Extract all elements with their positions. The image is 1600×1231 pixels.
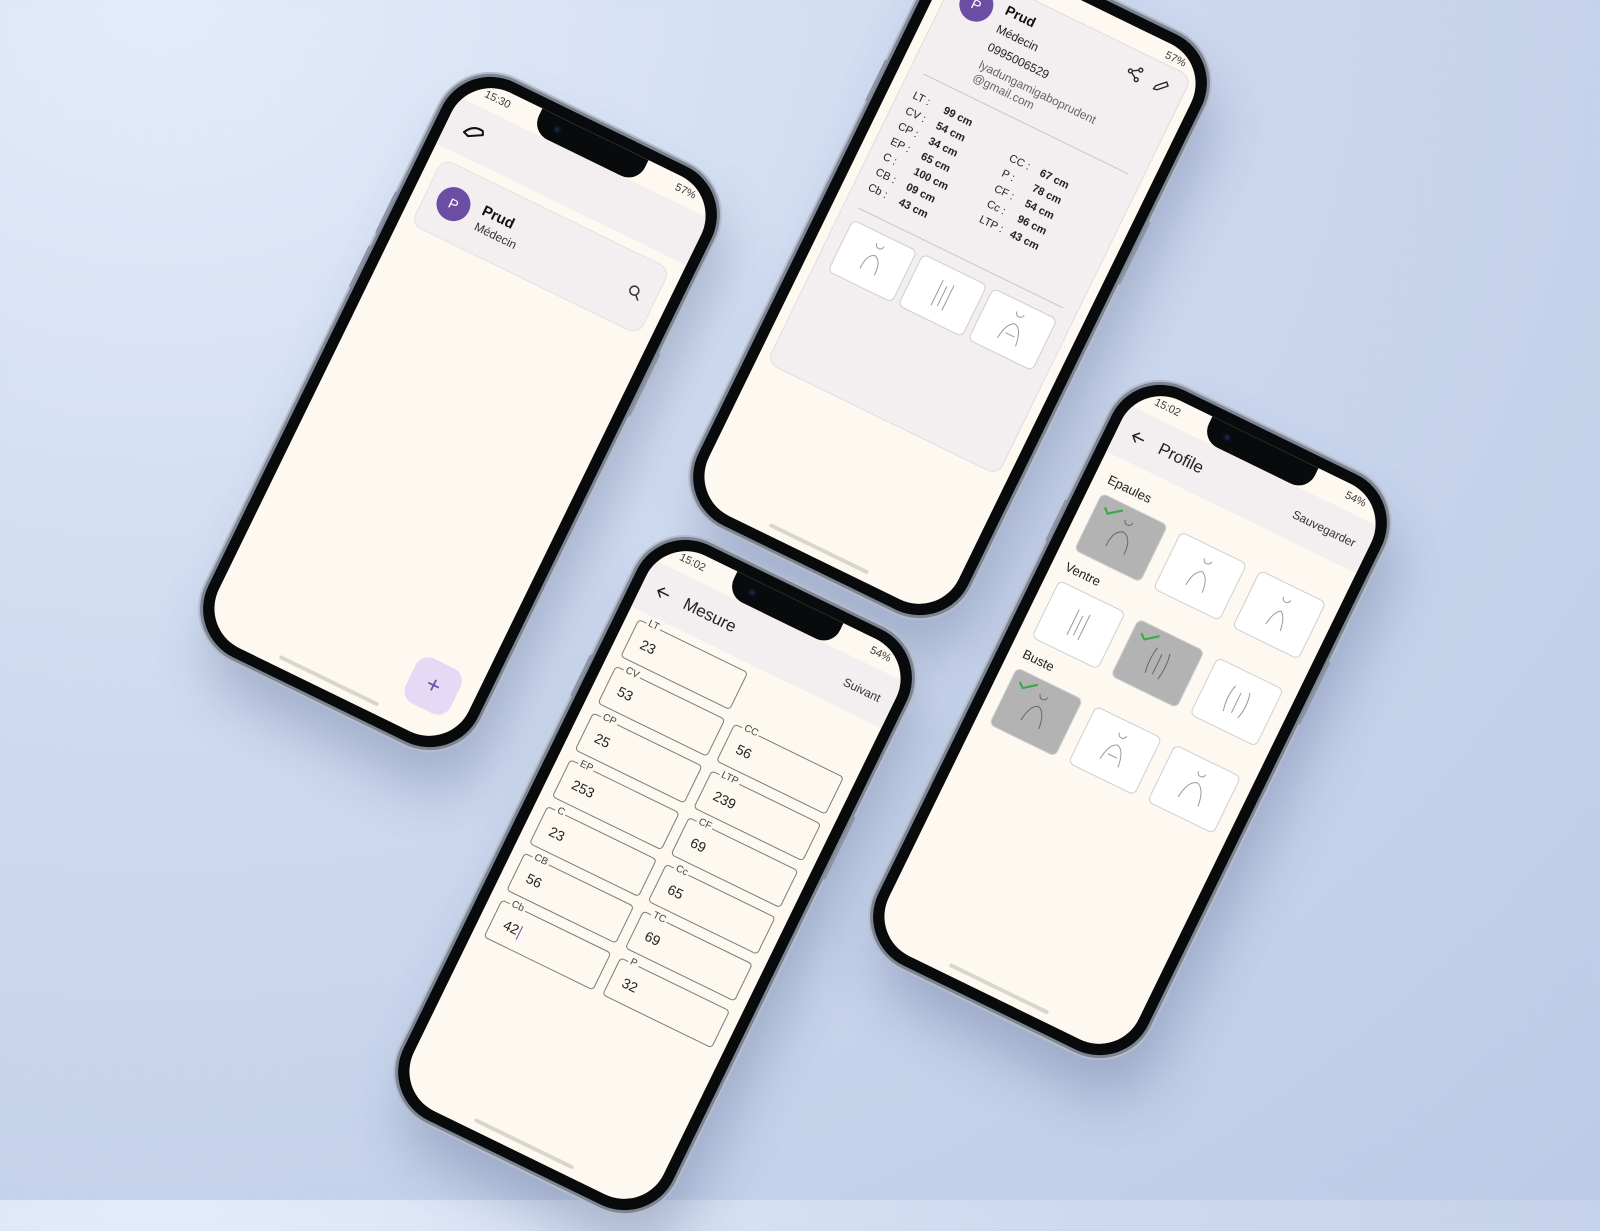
torso-sketch-icon (1144, 647, 1171, 680)
torso-sketch-icon (1020, 691, 1049, 730)
bust-thumbnail (967, 287, 1058, 372)
avatar: P (953, 0, 1000, 28)
next-button[interactable]: Suivant (841, 675, 883, 705)
torso-sketch-icon (1099, 729, 1128, 768)
home-indicator (948, 962, 1050, 1015)
back-arrow-icon[interactable] (1126, 426, 1150, 450)
torso-sketch-icon (1105, 516, 1134, 555)
home-indicator (473, 1117, 575, 1170)
save-button[interactable]: Sauvegarder (1290, 507, 1358, 550)
torso-sketch-icon (1265, 594, 1292, 632)
home-indicator (278, 654, 380, 707)
back-arrow-icon[interactable] (651, 581, 675, 605)
torso-sketch-icon (1222, 685, 1251, 719)
edit-icon[interactable] (1149, 74, 1173, 98)
add-button[interactable]: + (399, 652, 467, 720)
torso-sketch-icon (930, 279, 955, 311)
torso-sketch-icon (997, 308, 1026, 347)
torso-sketch-icon (859, 240, 885, 276)
torso-sketch-icon (1066, 609, 1091, 641)
torso-sketch-icon (1177, 768, 1207, 807)
avatar: P (430, 181, 477, 227)
home-indicator (768, 522, 870, 575)
logo-icon (455, 116, 492, 149)
torso-sketch-icon (1185, 555, 1213, 593)
